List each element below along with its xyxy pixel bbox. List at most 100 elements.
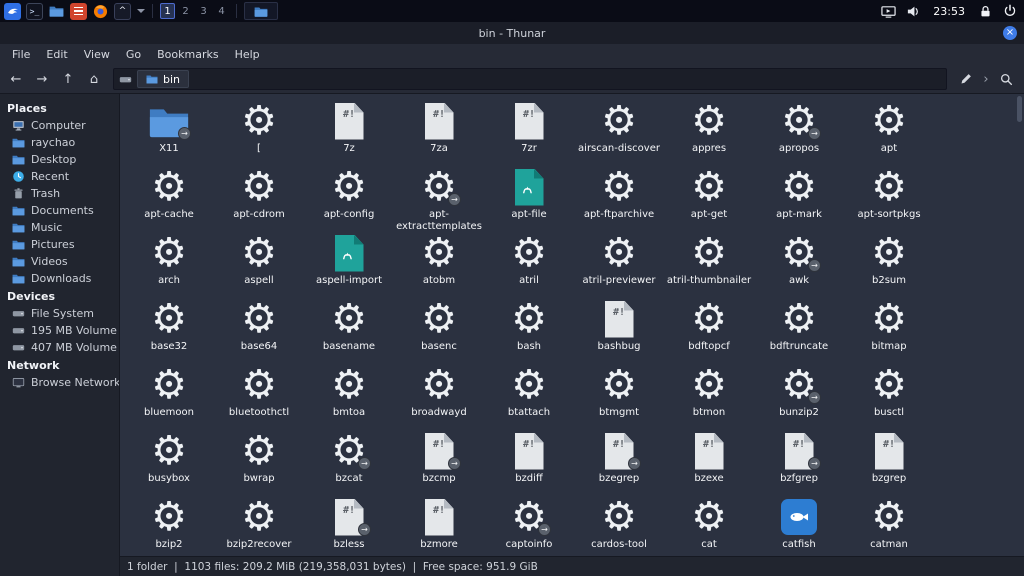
power-icon[interactable]	[1002, 3, 1018, 19]
file-apt-cdrom[interactable]: ⚙ apt-cdrom	[214, 164, 304, 230]
file-basename[interactable]: ⚙ basename	[304, 296, 394, 362]
menu-view[interactable]: View	[76, 46, 118, 63]
firefox-icon[interactable]	[92, 3, 109, 20]
file-bdftruncate[interactable]: ⚙ bdftruncate	[754, 296, 844, 362]
file-cat[interactable]: ⚙ cat	[664, 494, 754, 556]
scrollbar[interactable]	[1016, 95, 1023, 555]
file-bzegrep[interactable]: #! → bzegrep	[574, 428, 664, 494]
file-bluemoon[interactable]: ⚙ bluemoon	[124, 362, 214, 428]
file-bzgrep[interactable]: #! bzgrep	[844, 428, 934, 494]
path-segment-bin[interactable]: bin	[137, 70, 190, 88]
taskbar-thunar-window[interactable]	[244, 2, 278, 20]
file-bzdiff[interactable]: #! bzdiff	[484, 428, 574, 494]
workspace-3[interactable]: 3	[196, 3, 211, 19]
file-7za[interactable]: #! 7za	[394, 98, 484, 164]
sidebar-item-raychao[interactable]: raychao	[0, 134, 119, 151]
file-bzcat[interactable]: ⚙ → bzcat	[304, 428, 394, 494]
sidebar-item-recent[interactable]: Recent	[0, 168, 119, 185]
file-x11[interactable]: → X11	[124, 98, 214, 164]
file-b2sum[interactable]: ⚙ b2sum	[844, 230, 934, 296]
file-bunzip2[interactable]: ⚙ → bunzip2	[754, 362, 844, 428]
menu-help[interactable]: Help	[227, 46, 268, 63]
titlebar[interactable]: bin - Thunar ×	[0, 22, 1024, 44]
file-bzexe[interactable]: #! bzexe	[664, 428, 754, 494]
file-apt[interactable]: ⚙ apt	[844, 98, 934, 164]
file-bmtoa[interactable]: ⚙ bmtoa	[304, 362, 394, 428]
sidebar-item-pictures[interactable]: Pictures	[0, 236, 119, 253]
workspace-4[interactable]: 4	[214, 3, 229, 19]
file-cardos-tool[interactable]: ⚙ cardos-tool	[574, 494, 664, 556]
file-7zr[interactable]: #! 7zr	[484, 98, 574, 164]
file-busybox[interactable]: ⚙ busybox	[124, 428, 214, 494]
file-broadwayd[interactable]: ⚙ broadwayd	[394, 362, 484, 428]
file-bzless[interactable]: #! → bzless	[304, 494, 394, 556]
file-atobm[interactable]: ⚙ atobm	[394, 230, 484, 296]
clock[interactable]: 23:53	[933, 5, 965, 18]
file-apt-cache[interactable]: ⚙ apt-cache	[124, 164, 214, 230]
file-apropos[interactable]: ⚙ → apropos	[754, 98, 844, 164]
workspace-2[interactable]: 2	[178, 3, 193, 19]
close-button[interactable]: ×	[1003, 26, 1017, 40]
sidebar-item-computer[interactable]: Computer	[0, 117, 119, 134]
scrollbar-thumb[interactable]	[1017, 96, 1022, 122]
file-bash[interactable]: ⚙ bash	[484, 296, 574, 362]
sidebar-item-195-mb-volume[interactable]: 195 MB Volume	[0, 322, 119, 339]
home-button[interactable]: ⌂	[82, 68, 106, 90]
sidebar-item-music[interactable]: Music	[0, 219, 119, 236]
file-bzfgrep[interactable]: #! → bzfgrep	[754, 428, 844, 494]
workspace-1[interactable]: 1	[160, 3, 175, 19]
file-atril-thumbnailer[interactable]: ⚙ atril-thumbnailer	[664, 230, 754, 296]
file-bdftopcf[interactable]: ⚙ bdftopcf	[664, 296, 754, 362]
file-apt-sortpkgs[interactable]: ⚙ apt-sortpkgs	[844, 164, 934, 230]
file-btattach[interactable]: ⚙ btattach	[484, 362, 574, 428]
file-bwrap[interactable]: ⚙ bwrap	[214, 428, 304, 494]
kali-menu-icon[interactable]	[4, 2, 21, 20]
search-button[interactable]	[994, 68, 1018, 90]
file-btmon[interactable]: ⚙ btmon	[664, 362, 754, 428]
file-busctl[interactable]: ⚙ busctl	[844, 362, 934, 428]
file-7z[interactable]: #! 7z	[304, 98, 394, 164]
sidebar-item-407-mb-volume[interactable]: 407 MB Volume	[0, 339, 119, 356]
file-base64[interactable]: ⚙ base64	[214, 296, 304, 362]
file-item[interactable]: ⚙[	[214, 98, 304, 164]
file-apt-file[interactable]: apt-file	[484, 164, 574, 230]
file-catfish[interactable]: catfish	[754, 494, 844, 556]
file-apt-get[interactable]: ⚙ apt-get	[664, 164, 754, 230]
file-bzip2recover[interactable]: ⚙ bzip2recover	[214, 494, 304, 556]
edit-location-button[interactable]	[954, 68, 978, 90]
sidebar-item-browse-network[interactable]: Browse Network	[0, 374, 119, 391]
file-atril[interactable]: ⚙ atril	[484, 230, 574, 296]
menu-bookmarks[interactable]: Bookmarks	[149, 46, 226, 63]
file-bashbug[interactable]: #! bashbug	[574, 296, 664, 362]
path-bar[interactable]: bin	[113, 68, 947, 90]
lock-icon[interactable]	[977, 3, 993, 19]
up-button[interactable]: ↑	[56, 68, 80, 90]
back-button[interactable]: ←	[4, 68, 28, 90]
file-atril-previewer[interactable]: ⚙ atril-previewer	[574, 230, 664, 296]
file-airscan-discover[interactable]: ⚙ airscan-discover	[574, 98, 664, 164]
file-base32[interactable]: ⚙ base32	[124, 296, 214, 362]
text-editor-icon[interactable]	[70, 2, 87, 20]
file-bzmore[interactable]: #! bzmore	[394, 494, 484, 556]
file-apt-ftparchive[interactable]: ⚙ apt-ftparchive	[574, 164, 664, 230]
file-bzip2[interactable]: ⚙ bzip2	[124, 494, 214, 556]
menu-edit[interactable]: Edit	[38, 46, 75, 63]
chevron-down-icon[interactable]	[137, 9, 145, 13]
file-btmgmt[interactable]: ⚙ btmgmt	[574, 362, 664, 428]
path-root-icon[interactable]	[116, 70, 134, 88]
file-apt-config[interactable]: ⚙ apt-config	[304, 164, 394, 230]
file-captoinfo[interactable]: ⚙ → captoinfo	[484, 494, 574, 556]
sidebar-item-desktop[interactable]: Desktop	[0, 151, 119, 168]
terminal-icon[interactable]: >_	[26, 2, 43, 20]
file-aspell-import[interactable]: aspell-import	[304, 230, 394, 296]
display-share-icon[interactable]	[880, 3, 896, 19]
file-manager-icon[interactable]	[48, 3, 65, 20]
chevron-right-icon[interactable]: ›	[980, 72, 992, 87]
file-bitmap[interactable]: ⚙ bitmap	[844, 296, 934, 362]
sidebar-item-documents[interactable]: Documents	[0, 202, 119, 219]
file-aspell[interactable]: ⚙ aspell	[214, 230, 304, 296]
file-catman[interactable]: ⚙ catman	[844, 494, 934, 556]
file-apt-extracttemplates[interactable]: ⚙ → apt-extracttemplates	[394, 164, 484, 232]
sidebar-item-downloads[interactable]: Downloads	[0, 270, 119, 287]
forward-button[interactable]: →	[30, 68, 54, 90]
